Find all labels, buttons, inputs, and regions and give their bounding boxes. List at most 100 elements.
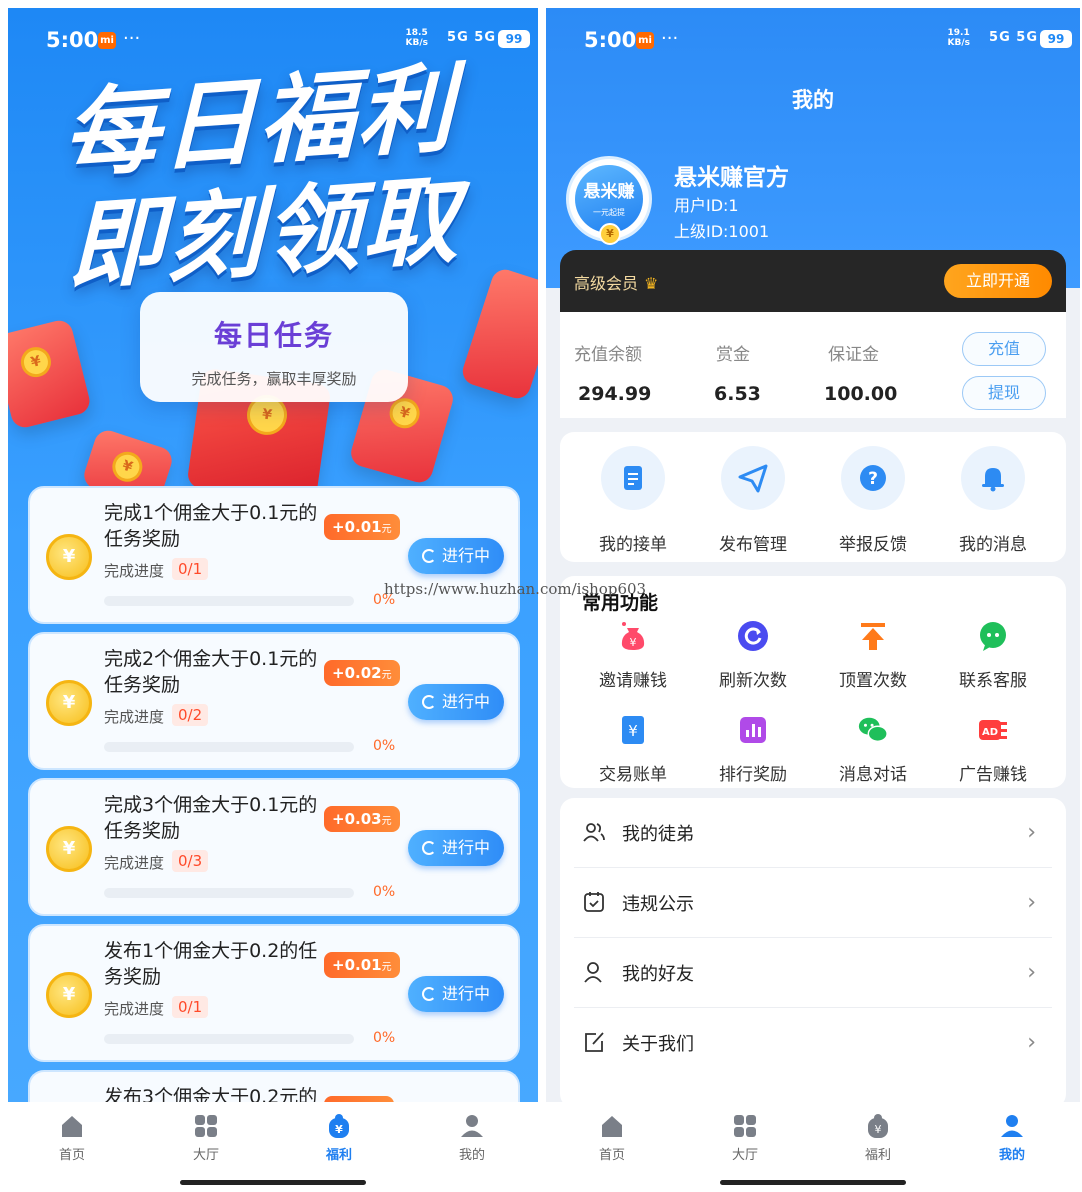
refresh-icon [421,695,436,709]
daily-task-subtitle: 完成任务，赢取丰厚奖励 [191,370,357,388]
daily-task-title: 每日任务 [213,319,334,352]
crown-icon: ♛ [644,274,659,293]
progress-bar [104,1034,354,1044]
progress-value: 0/1 [172,558,209,580]
watermark-text: https://www.huzhan.com/ishop603 [384,580,647,598]
chat-icon [980,622,1006,651]
func-customer-service[interactable]: 联系客服 [933,620,1053,691]
menu-list: 我的徒弟 › 违规公示 › 我的好友 › 关于我们 › [560,798,1066,1108]
red-envelope-decoration: ¥ [8,317,93,431]
edit-icon [585,1032,604,1052]
signal-icon: 5G 5G [989,30,1038,45]
func-top-count[interactable]: 顶置次数 [813,620,933,691]
reward-badge: +0.01元 [324,514,400,540]
vip-open-button[interactable]: 立即开通 [944,264,1052,298]
coin-icon: ¥ [46,972,92,1018]
tab-home[interactable]: 首页 [32,1112,112,1163]
home-icon [62,1116,82,1137]
tab-mine[interactable]: 我的 [432,1112,512,1163]
battery-icon: 99 [498,30,530,48]
send-icon [738,464,768,493]
func-rank-reward[interactable]: 排行奖励 [693,714,813,785]
tab-hall[interactable]: 大厅 [166,1112,246,1163]
document-icon [624,466,642,490]
func-message-dialog[interactable]: 消息对话 [813,714,933,785]
menu-violation-notice[interactable]: 违规公示 › [560,868,1066,938]
welfare-icon: ¥ [329,1114,349,1138]
home-icon [602,1116,622,1137]
in-progress-button[interactable]: 进行中 [408,830,504,866]
progress-value: 0/2 [172,704,209,726]
vip-label: 高级会员 [574,274,639,293]
progress-value: 0/3 [172,850,209,872]
chevron-right-icon: › [1027,960,1036,985]
menu-my-friends[interactable]: 我的好友 › [560,938,1066,1008]
profile-screen: 5:00 mi ··· 19.1 KB/s 5G 5G 99 我的 悬米赚 一元起提… [546,8,1080,1192]
svg-text:¥: ¥ [335,1123,343,1136]
quick-report-feedback[interactable]: ? 举报反馈 [813,446,933,555]
in-progress-button[interactable]: 进行中 [408,538,504,574]
coin-icon: ¥ [46,826,92,872]
quick-my-messages[interactable]: 我的消息 [933,446,1053,555]
refresh-icon [421,987,436,1001]
quick-publish-manage[interactable]: 发布管理 [693,446,813,555]
func-invite-earn[interactable]: ¥ 邀请赚钱 [573,620,693,691]
progress-label: 完成进度 [104,562,165,580]
progress-value: 0/1 [172,996,209,1018]
progress-percent: 0% [373,884,396,900]
page-title: 我的 [792,88,834,112]
svg-text:?: ? [868,469,878,489]
pin-top-icon [861,623,885,650]
balance-deposit: 保证金 100.00 [824,345,898,405]
balance-recharge: 充值余额 294.99 [574,345,652,405]
question-icon: ? [860,465,886,491]
common-functions-panel: 常用功能 ¥ 邀请赚钱 刷新次数 顶置次数 联系客服 ¥ 交易账单 排行奖励 消… [560,576,1066,788]
tab-hall[interactable]: 大厅 [705,1112,785,1163]
wechat-icon [858,717,888,743]
svg-text:AD: AD [982,727,998,738]
avatar[interactable]: 悬米赚 一元起提 ¥ [566,156,652,245]
func-refresh-count[interactable]: 刷新次数 [693,620,813,691]
tab-welfare[interactable]: ¥ 福利 [299,1112,379,1163]
avatar-text: 悬米赚 [583,182,635,202]
user-icon [461,1115,483,1137]
bill-icon: ¥ [622,716,644,744]
username: 悬米赚官方 [674,165,789,191]
svg-text:¥: ¥ [630,636,637,649]
home-indicator [180,1180,366,1185]
tab-welfare[interactable]: ¥ 福利 [838,1112,918,1163]
progress-bar [104,596,354,606]
menu-about-us[interactable]: 关于我们 › [560,1008,1066,1078]
refresh-icon [421,549,436,563]
coin-icon: ¥ [46,534,92,580]
ad-icon: AD [979,720,1007,740]
func-ad-earn[interactable]: AD 广告赚钱 [933,714,1053,785]
tab-mine[interactable]: 我的 [972,1112,1052,1163]
task-title: 完成2个佣金大于0.1元的任务奖励 [104,648,318,696]
withdraw-button[interactable]: 提现 [962,376,1046,410]
status-bar: 5:00 mi ··· 19.1 KB/s 5G 5G 99 [546,8,1080,70]
rank-icon [740,717,766,743]
coin-icon: ¥ [599,223,621,245]
recharge-button[interactable]: 充值 [962,332,1046,366]
reward-badge: +0.03元 [324,806,400,832]
svg-text:¥: ¥ [875,1123,882,1136]
tab-home[interactable]: 首页 [572,1112,652,1163]
in-progress-button[interactable]: 进行中 [408,976,504,1012]
menu-my-apprentices[interactable]: 我的徒弟 › [560,798,1066,868]
func-transaction-bill[interactable]: ¥ 交易账单 [573,714,693,785]
more-dots-icon: ··· [661,28,679,49]
in-progress-button[interactable]: 进行中 [408,684,504,720]
progress-bar [104,742,354,752]
progress-label: 完成进度 [104,708,165,726]
quick-my-orders[interactable]: 我的接单 [573,446,693,555]
calendar-icon [584,892,604,912]
user-id: 用户ID:1 [674,196,739,215]
task-item: ¥ 完成1个佣金大于0.1元的任务奖励 +0.01元 完成进度 0/1 0% 进… [28,486,520,624]
task-item: ¥ 发布1个佣金大于0.2的任务奖励 +0.01元 完成进度 0/1 0% 进行… [28,924,520,1062]
battery-icon: 99 [1040,30,1072,48]
welfare-icon: ¥ [868,1114,888,1138]
tab-bar: 首页 大厅 ¥ 福利 我的 [8,1102,538,1192]
balance-panel: 充值余额 294.99 赏金 6.53 保证金 100.00 充值 提现 [560,312,1066,418]
status-time: 5:00 [584,28,637,52]
